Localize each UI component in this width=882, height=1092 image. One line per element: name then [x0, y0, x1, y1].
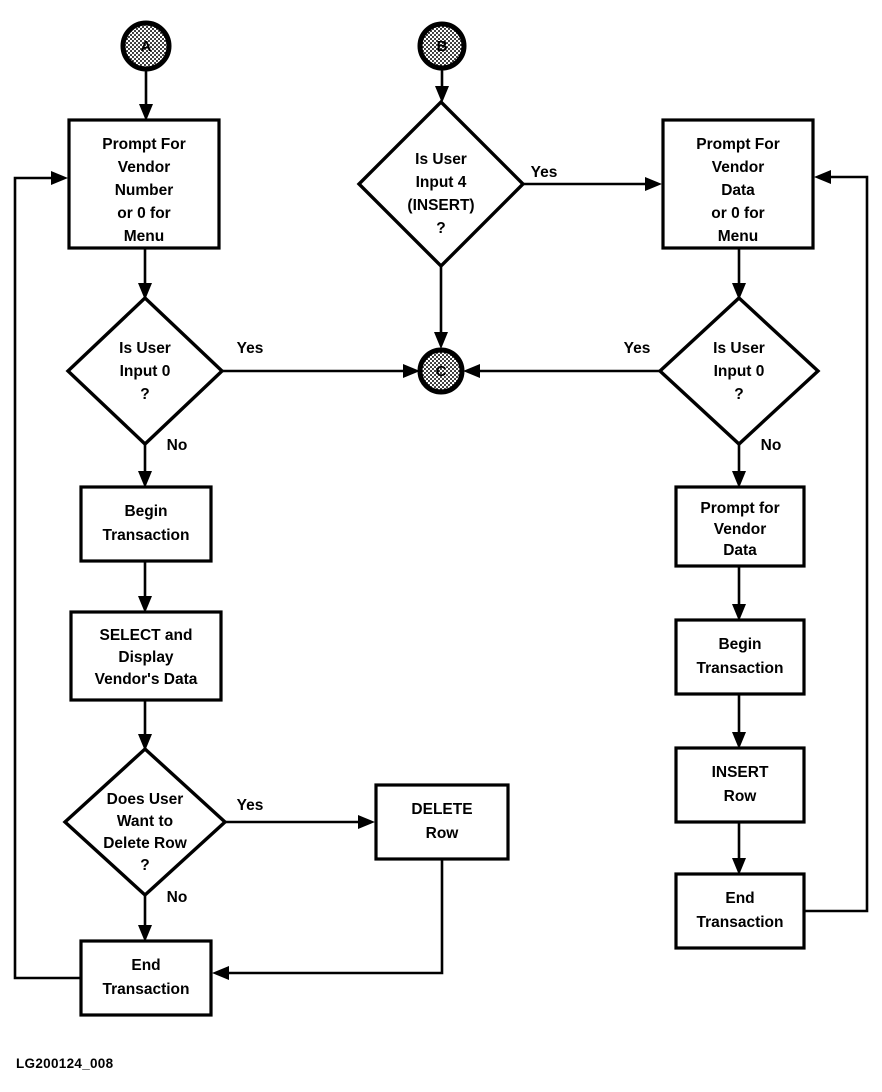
- node-prompt-vendor-number-line-1: Vendor: [118, 159, 171, 176]
- arrow-right-yes-to-c: [463, 364, 480, 378]
- node-is-user-input-0-right-line-0: Is User: [713, 340, 765, 357]
- node-is-user-input-0-left-line-2: ?: [140, 386, 149, 403]
- node-prompt-vendor-data-menu-line-1: Vendor: [712, 159, 765, 176]
- node-is-user-input-4-line-0: Is User: [415, 151, 467, 168]
- arrow-insert-decision-to-c: [434, 332, 448, 349]
- node-end-transaction-right-line-1: Transaction: [697, 914, 784, 931]
- node-begin-transaction-right-line-0: Begin: [718, 636, 761, 653]
- node-insert-row-line-1: Row: [724, 788, 758, 805]
- node-is-user-input-0-right[interactable]: Is User Input 0 ?: [657, 295, 821, 447]
- node-is-user-input-4-line-2: (INSERT): [407, 197, 474, 214]
- node-is-user-input-0-left[interactable]: Is User Input 0 ?: [65, 295, 225, 447]
- node-end-transaction-right[interactable]: End Transaction: [674, 872, 806, 950]
- node-begin-transaction-left-line-1: Transaction: [103, 527, 190, 544]
- node-prompt-vendor-number-line-0: Prompt For: [102, 136, 186, 153]
- node-prompt-for-vendor-data-line-0: Prompt for: [700, 500, 779, 517]
- node-prompt-vendor-data-menu[interactable]: Prompt For Vendor Data or 0 for Menu: [661, 118, 815, 250]
- node-begin-transaction-right[interactable]: Begin Transaction: [674, 618, 806, 696]
- node-does-user-want-delete[interactable]: Does User Want to Delete Row ?: [62, 746, 228, 898]
- flowchart-canvas: Prompt For Vendor Number or 0 for Menu P…: [0, 0, 882, 1092]
- node-is-user-input-0-left-line-1: Input 0: [120, 363, 171, 380]
- node-prompt-for-vendor-data-line-2: Data: [723, 542, 757, 559]
- edge-label-no-right-input0: No: [761, 437, 782, 454]
- node-does-user-want-delete-line-0: Does User: [107, 791, 184, 808]
- flowchart-svg: Prompt For Vendor Number or 0 for Menu P…: [13, 20, 869, 1071]
- figure-caption: LG200124_008: [16, 1056, 114, 1071]
- edge-label-yes-right-input0: Yes: [624, 340, 651, 357]
- arrow-insert-yes-to-prompt-vendor-data-menu: [645, 177, 662, 191]
- node-prompt-for-vendor-data[interactable]: Prompt for Vendor Data: [674, 485, 806, 568]
- node-begin-transaction-left[interactable]: Begin Transaction: [79, 485, 213, 563]
- edge-label-no-delete-row: No: [167, 889, 188, 906]
- node-is-user-input-4-line-3: ?: [436, 220, 445, 237]
- node-insert-row-line-0: INSERT: [712, 764, 769, 781]
- edge-label-yes-left-input0: Yes: [237, 340, 264, 357]
- node-prompt-vendor-number-line-3: or 0 for: [117, 205, 170, 222]
- node-delete-row-line-1: Row: [426, 825, 460, 842]
- edge-delete-row-to-end-transaction: [221, 859, 444, 975]
- edge-end-transaction-loop-right: [804, 175, 869, 913]
- node-begin-transaction-right-line-1: Transaction: [697, 660, 784, 677]
- node-is-user-input-0-right-line-2: ?: [734, 386, 743, 403]
- arrow-end-transaction-loop-right: [814, 170, 831, 184]
- edge-label-no-left-input0: No: [167, 437, 188, 454]
- node-prompt-vendor-number[interactable]: Prompt For Vendor Number or 0 for Menu: [67, 118, 221, 250]
- arrow-end-transaction-loop-left: [51, 171, 68, 185]
- edge-end-transaction-loop-left: [13, 176, 81, 980]
- arrow-delete-yes-to-delete-row: [358, 815, 375, 829]
- node-end-transaction-left-line-1: Transaction: [103, 981, 190, 998]
- node-end-transaction-right-line-0: End: [725, 890, 754, 907]
- node-prompt-vendor-number-line-2: Number: [115, 182, 174, 199]
- connector-a-label: A: [141, 38, 152, 55]
- node-select-display-vendor-data-line-0: SELECT and: [99, 627, 192, 644]
- node-does-user-want-delete-line-2: Delete Row: [103, 835, 187, 852]
- node-select-display-vendor-data-line-1: Display: [118, 649, 174, 666]
- node-delete-row[interactable]: DELETE Row: [374, 783, 510, 861]
- node-prompt-for-vendor-data-line-1: Vendor: [714, 521, 767, 538]
- node-does-user-want-delete-line-1: Want to: [117, 813, 173, 830]
- arrow-b-to-insert-decision: [435, 86, 449, 103]
- node-does-user-want-delete-line-3: ?: [140, 857, 149, 874]
- node-is-user-input-0-left-line-0: Is User: [119, 340, 171, 357]
- node-prompt-vendor-data-menu-line-4: Menu: [718, 228, 758, 245]
- connector-b-label: B: [437, 38, 448, 55]
- connector-c[interactable]: C: [417, 347, 465, 395]
- node-delete-row-line-0: DELETE: [411, 801, 472, 818]
- node-begin-transaction-left-line-0: Begin: [124, 503, 167, 520]
- node-is-user-input-0-right-line-1: Input 0: [714, 363, 765, 380]
- connector-c-label: C: [436, 363, 447, 380]
- connector-a[interactable]: A: [120, 20, 172, 72]
- node-end-transaction-left[interactable]: End Transaction: [79, 939, 213, 1017]
- node-is-user-input-4[interactable]: Is User Input 4 (INSERT) ?: [356, 99, 526, 269]
- node-select-display-vendor-data[interactable]: SELECT and Display Vendor's Data: [69, 610, 223, 702]
- node-prompt-vendor-number-line-4: Menu: [124, 228, 164, 245]
- node-select-display-vendor-data-line-2: Vendor's Data: [95, 671, 198, 688]
- arrow-left-yes-to-c: [403, 364, 420, 378]
- node-insert-row[interactable]: INSERT Row: [674, 746, 806, 824]
- arrow-delete-row-to-end-transaction: [212, 966, 229, 980]
- node-is-user-input-4-line-1: Input 4: [416, 174, 467, 191]
- node-prompt-vendor-data-menu-line-3: or 0 for: [711, 205, 764, 222]
- edge-label-yes-insert: Yes: [531, 164, 558, 181]
- node-end-transaction-left-line-0: End: [131, 957, 160, 974]
- edge-label-yes-delete-row: Yes: [237, 797, 264, 814]
- node-prompt-vendor-data-menu-line-2: Data: [721, 182, 755, 199]
- connector-b[interactable]: B: [417, 21, 467, 71]
- node-prompt-vendor-data-menu-line-0: Prompt For: [696, 136, 780, 153]
